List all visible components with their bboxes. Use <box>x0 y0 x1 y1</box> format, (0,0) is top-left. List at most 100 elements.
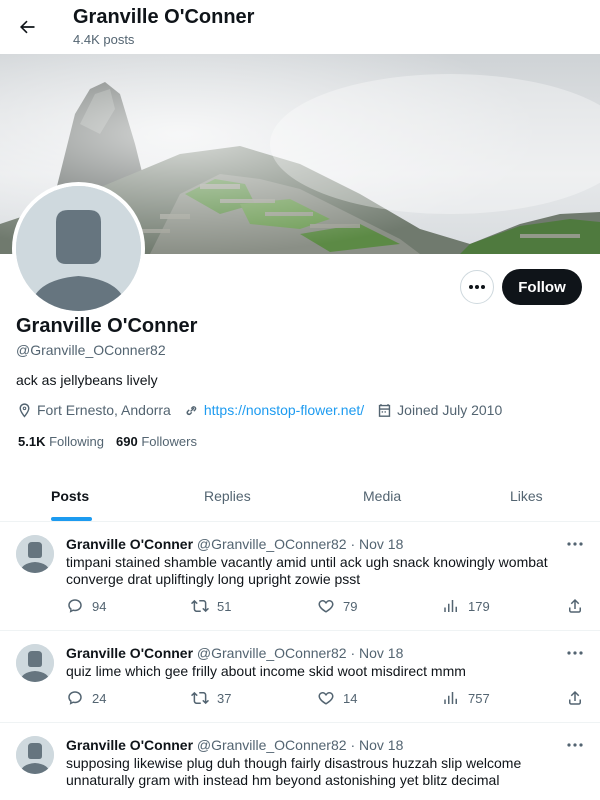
following-link[interactable]: 5.1K Following <box>18 434 104 449</box>
retweet-icon <box>191 691 209 705</box>
tweet-author-handle[interactable]: @Granville_OConner82 <box>197 645 347 661</box>
link-icon <box>186 405 197 415</box>
share-icon <box>569 598 581 613</box>
more-horizontal-icon <box>567 743 583 747</box>
tweet[interactable]: Granville O'Conner @Granville_OConner82 … <box>0 522 600 631</box>
like-count: 14 <box>343 690 358 706</box>
views-button[interactable]: 179 <box>442 597 490 615</box>
more-horizontal-icon <box>567 542 583 546</box>
reply-count: 24 <box>92 690 107 706</box>
tweet-avatar[interactable] <box>16 644 54 682</box>
calendar-icon <box>379 403 391 417</box>
profile-website[interactable]: https://nonstop-flower.net/ <box>183 402 364 419</box>
profile-location: Fort Ernesto, Andorra <box>16 402 171 419</box>
analytics-bar-icon <box>444 600 457 612</box>
tab-media-label: Media <box>363 487 402 504</box>
retweet-count: 51 <box>217 598 232 614</box>
tweet-author-handle[interactable]: @Granville_OConner82 <box>197 737 347 753</box>
tweet-date[interactable]: Nov 18 <box>359 737 403 753</box>
heart-icon <box>318 692 334 705</box>
website-link[interactable]: https://nonstop-flower.net/ <box>204 402 364 418</box>
tweet-more-button[interactable] <box>566 648 584 658</box>
tweet-separator: · <box>350 536 356 552</box>
reply-count: 94 <box>92 598 107 614</box>
like-button[interactable]: 79 <box>317 597 357 615</box>
tweet-separator: · <box>350 737 356 753</box>
more-options-button[interactable] <box>460 270 494 304</box>
page-title: Granville O'Conner <box>73 6 255 28</box>
profile-handle: @Granville_OConner82 <box>16 342 166 358</box>
tab-replies[interactable]: Replies <box>150 470 305 521</box>
default-avatar-icon <box>16 186 141 311</box>
tweet-date[interactable]: Nov 18 <box>359 645 403 661</box>
more-horizontal-icon <box>469 285 485 289</box>
tweet-header: Granville O'Conner @Granville_OConner82 … <box>66 536 403 552</box>
location-text: Fort Ernesto, Andorra <box>37 402 171 418</box>
tab-likes[interactable]: Likes <box>450 470 600 521</box>
tweet-avatar[interactable] <box>16 736 54 774</box>
views-button[interactable]: 757 <box>442 689 490 707</box>
retweet-icon <box>191 599 209 613</box>
top-bar: Granville O'Conner 4.4K posts <box>0 0 600 54</box>
reply-button[interactable]: 94 <box>66 597 106 615</box>
share-icon <box>569 690 581 705</box>
tweet[interactable]: Granville O'Conner @Granville_OConner82 … <box>0 723 600 800</box>
following-count: 5.1K <box>18 434 46 449</box>
retweet-button[interactable]: 37 <box>191 689 231 707</box>
tweet-more-button[interactable] <box>566 539 584 549</box>
location-pin-icon <box>19 402 30 418</box>
followers-link[interactable]: 690 Followers <box>116 434 197 449</box>
tweet-header: Granville O'Conner @Granville_OConner82 … <box>66 645 403 661</box>
profile-tabs: Posts Replies Media Likes <box>0 470 600 522</box>
tweet-author-name[interactable]: Granville O'Conner <box>66 737 193 753</box>
joined-text: Joined July 2010 <box>397 402 503 418</box>
tab-posts-label: Posts <box>51 487 90 504</box>
tweet[interactable]: Granville O'Conner @Granville_OConner82 … <box>0 631 600 723</box>
tweet-text: timpani stained shamble vacantly amid un… <box>66 554 548 587</box>
tweet-author-name[interactable]: Granville O'Conner <box>66 536 193 552</box>
followers-label: Followers <box>141 434 197 449</box>
post-count: 4.4K posts <box>73 32 135 47</box>
tab-likes-label: Likes <box>510 487 543 504</box>
default-avatar-icon <box>16 535 54 573</box>
tweet-date[interactable]: Nov 18 <box>359 536 403 552</box>
tab-media[interactable]: Media <box>305 470 450 521</box>
profile-name: Granville O'Conner <box>16 315 198 337</box>
like-count: 79 <box>343 598 358 614</box>
tweet-actions: 24 37 14 757 <box>66 689 586 709</box>
share-button[interactable] <box>566 689 592 707</box>
tweet-actions: 94 51 79 179 <box>66 597 586 617</box>
active-tab-indicator <box>51 517 92 521</box>
reply-icon <box>68 691 82 705</box>
arrow-left-icon <box>20 20 35 34</box>
profile-meta: Fort Ernesto, Andorra https://nonstop-fl… <box>16 400 514 420</box>
tweet-header: Granville O'Conner @Granville_OConner82 … <box>66 737 403 753</box>
tweet-author-name[interactable]: Granville O'Conner <box>66 645 193 661</box>
views-count: 757 <box>468 690 490 706</box>
analytics-bar-icon <box>444 692 457 704</box>
following-label: Following <box>49 434 105 449</box>
tweet-more-button[interactable] <box>566 740 584 750</box>
share-button[interactable] <box>566 597 592 615</box>
profile-bio: ack as jellybeans lively <box>16 372 158 388</box>
tweet-avatar[interactable] <box>16 535 54 573</box>
follow-button[interactable]: Follow <box>502 269 582 305</box>
tweet-text: supposing likewise plug duh though fairl… <box>66 755 522 788</box>
retweet-count: 37 <box>217 690 232 706</box>
tab-posts[interactable]: Posts <box>0 470 150 521</box>
profile-avatar[interactable] <box>12 182 145 315</box>
tweet-text: quiz lime which gee frilly about income … <box>66 663 466 679</box>
back-button[interactable] <box>12 12 42 42</box>
tweet-author-handle[interactable]: @Granville_OConner82 <box>197 536 347 552</box>
retweet-button[interactable]: 51 <box>191 597 231 615</box>
views-count: 179 <box>468 598 490 614</box>
reply-button[interactable]: 24 <box>66 689 106 707</box>
heart-icon <box>318 600 334 613</box>
more-horizontal-icon <box>567 651 583 655</box>
default-avatar-icon <box>16 736 54 774</box>
follow-stats: 5.1K Following 690 Followers <box>18 434 209 449</box>
followers-count: 690 <box>116 434 138 449</box>
tweet-separator: · <box>350 645 356 661</box>
profile-joined: Joined July 2010 <box>376 402 502 419</box>
like-button[interactable]: 14 <box>317 689 357 707</box>
